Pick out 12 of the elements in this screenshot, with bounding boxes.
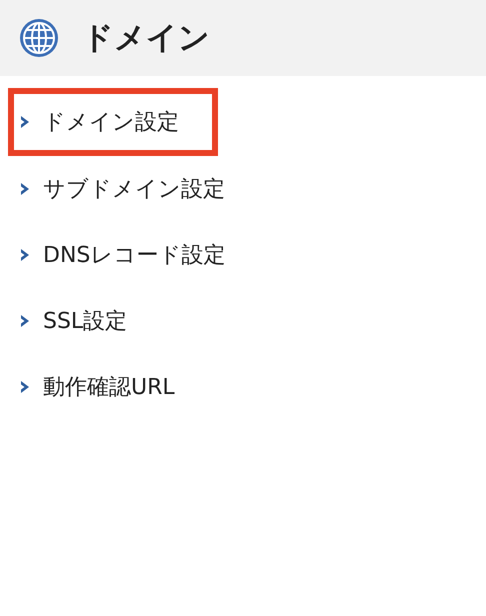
chevron-icon (20, 183, 29, 195)
menu-link[interactable]: SSL設定 (0, 288, 486, 354)
menu-link[interactable]: サブドメイン設定 (0, 156, 486, 222)
menu-link[interactable]: 動作確認URL (0, 354, 486, 420)
globe-icon (18, 17, 60, 59)
menu-link[interactable]: DNSレコード設定 (0, 222, 486, 288)
chevron-icon (20, 249, 29, 261)
chevron-icon (20, 315, 29, 327)
page-title: ドメイン (82, 19, 210, 58)
chevron-icon (20, 381, 29, 393)
chevron-icon (20, 116, 29, 128)
menu-link[interactable]: ドメイン設定 (14, 94, 179, 150)
